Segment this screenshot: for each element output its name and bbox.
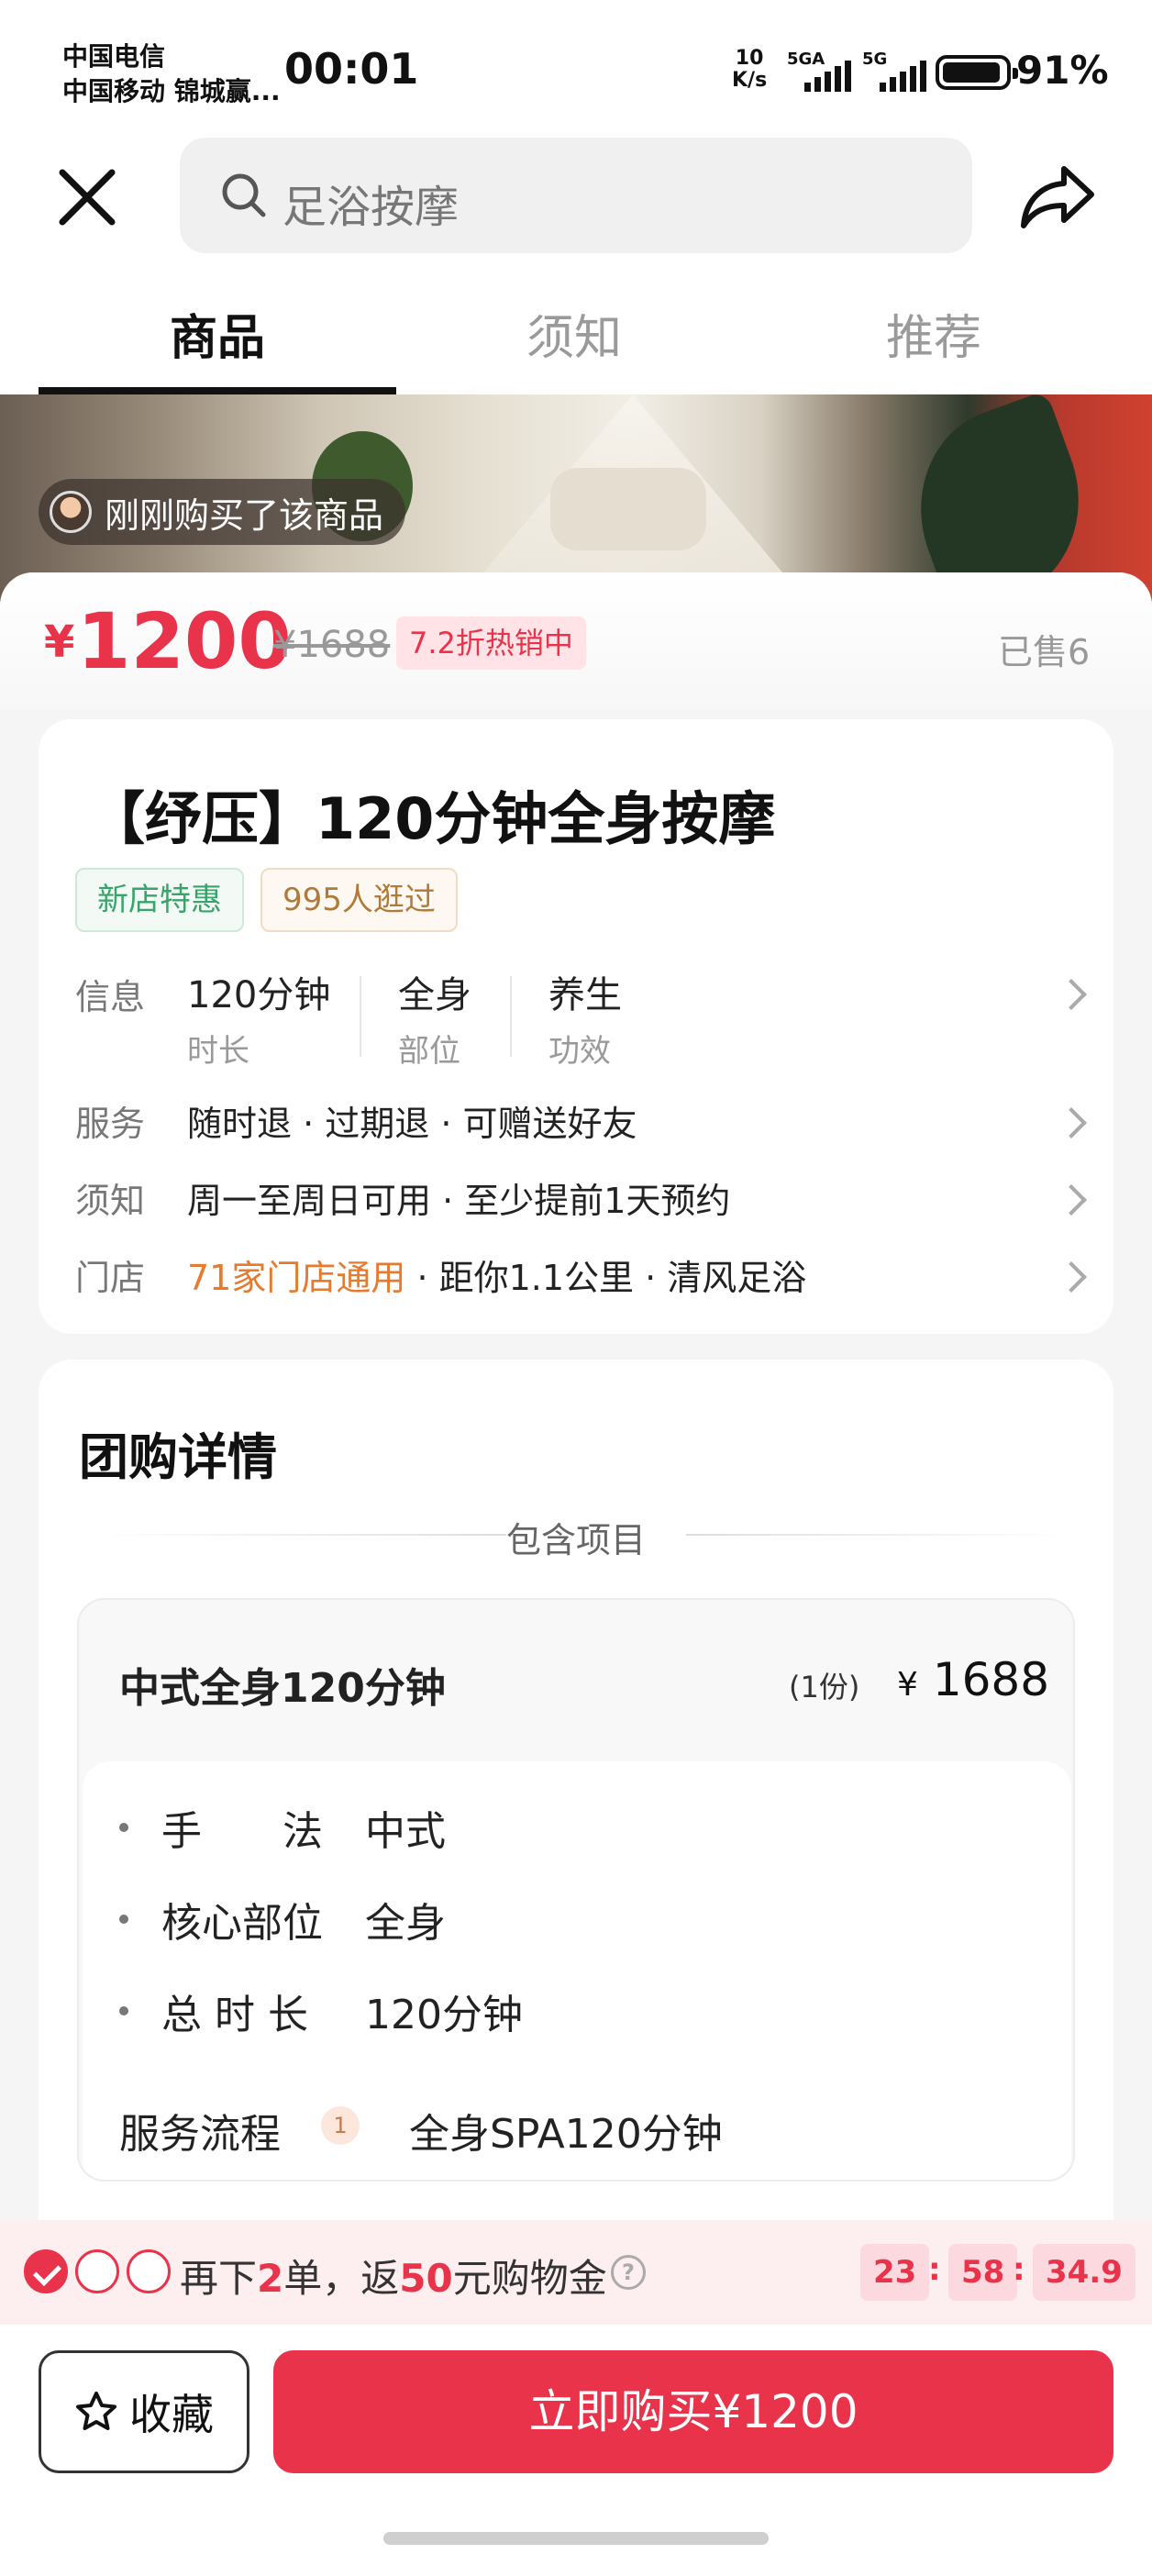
divider bbox=[360, 976, 361, 1057]
chevron-right-icon bbox=[1056, 979, 1087, 1010]
recent-buyer-notice: 刚刚购买了该商品 bbox=[39, 479, 406, 545]
info-label: 信息 bbox=[75, 977, 146, 1017]
service-flow-label: 服务流程 bbox=[119, 2111, 281, 2158]
network-speed: 10 K/s bbox=[732, 48, 767, 92]
search-icon bbox=[222, 173, 266, 217]
flow-step-number: 1 bbox=[321, 2106, 360, 2145]
info-effect: 养生 功效 bbox=[548, 974, 622, 1070]
detail-duration: 总 时 长 120分钟 bbox=[119, 1982, 523, 2040]
buy-now-button[interactable]: 立即购买¥1200 bbox=[273, 2350, 1113, 2473]
section-title: 团购详情 bbox=[79, 1428, 277, 1486]
tab-recommend[interactable]: 推荐 bbox=[796, 299, 1071, 368]
item-details: 手 法中式 核心部位 全身 总 时 长 120分钟 服务流程 1 全身SPA120分… bbox=[83, 1761, 1071, 2180]
chevron-right-icon bbox=[1056, 1261, 1087, 1293]
timer-hours: 23 bbox=[860, 2244, 930, 2301]
signal-icon-2: 5G bbox=[862, 50, 926, 92]
tab-bar: 商品 须知 推荐 bbox=[0, 257, 1152, 394]
star-icon bbox=[76, 2392, 116, 2430]
divider bbox=[510, 976, 512, 1057]
timer-minutes: 58 bbox=[948, 2244, 1018, 2301]
price-row: ¥ 1200 ¥1688 7.2折热销中 已售6 bbox=[0, 572, 1152, 710]
search-header: 足浴按摩 bbox=[0, 138, 1152, 257]
product-info-card: 【纾压】120分钟全身按摩 新店特惠 995人逛过 信息 120分钟 时长 全身… bbox=[39, 719, 1113, 1334]
info-body-part: 全身 部位 bbox=[398, 974, 471, 1070]
bottom-action-bar: 收藏 立即购买¥1200 bbox=[0, 2325, 1152, 2576]
battery-percent: 91% bbox=[1016, 48, 1109, 93]
tab-active-indicator bbox=[39, 387, 396, 394]
close-button[interactable] bbox=[55, 165, 119, 229]
status-bar: 中国电信 中国移动 锦城赢... 00:01 10 K/s 5GA 5G 91% bbox=[0, 0, 1152, 138]
deal-details-card: 团购详情 包含项目 中式全身120分钟 (1份) ¥ 1688 手 法中式 核心… bbox=[39, 1360, 1113, 2277]
included-items-label: 包含项目 bbox=[505, 1520, 646, 1560]
carrier-name-1: 中国电信 bbox=[62, 41, 166, 72]
avatar bbox=[50, 491, 92, 533]
service-label: 服务 bbox=[75, 1104, 146, 1144]
network-speed-value: 10 bbox=[735, 47, 764, 70]
info-duration: 120分钟 时长 bbox=[187, 974, 331, 1070]
progress-check-3 bbox=[127, 2249, 171, 2293]
current-price: 1200 bbox=[77, 596, 292, 686]
item-quantity: (1份) bbox=[789, 1670, 860, 1704]
favorite-button[interactable]: 收藏 bbox=[39, 2350, 249, 2473]
item-price-currency: ¥ bbox=[897, 1666, 918, 1704]
store-text: 71家门店通用 · 距你1.1公里 · 清风足浴 bbox=[187, 1249, 806, 1300]
promo-text: 再下2单，返50元购物金 bbox=[180, 2256, 607, 2301]
detail-technique: 手 法中式 bbox=[119, 1798, 446, 1857]
progress-check-1 bbox=[24, 2249, 68, 2293]
timer-seconds: 34.9 bbox=[1033, 2244, 1135, 2301]
close-icon bbox=[59, 169, 116, 226]
tab-notice[interactable]: 须知 bbox=[437, 299, 712, 368]
item-price-value: 1688 bbox=[932, 1653, 1050, 1706]
signal-icon-1: 5GA bbox=[787, 50, 851, 92]
tag-new-store: 新店特惠 bbox=[75, 868, 244, 932]
buyer-notice-text: 刚刚购买了该商品 bbox=[105, 494, 384, 536]
chevron-right-icon bbox=[1056, 1184, 1087, 1216]
progress-check-2 bbox=[75, 2249, 119, 2293]
original-price: ¥1688 bbox=[273, 624, 391, 666]
store-label: 门店 bbox=[75, 1258, 146, 1298]
service-text: 随时退 · 过期退 · 可赠送好友 bbox=[187, 1104, 637, 1144]
sold-count: 已售6 bbox=[998, 632, 1091, 672]
item-name: 中式全身120分钟 bbox=[119, 1665, 446, 1712]
search-input[interactable]: 足浴按摩 bbox=[180, 138, 972, 253]
chevron-right-icon bbox=[1056, 1107, 1087, 1138]
discount-badge: 7.2折热销中 bbox=[396, 616, 586, 670]
flow-step-text: 全身SPA120分钟 bbox=[409, 2111, 723, 2158]
carrier-name-2: 中国移动 锦城赢... bbox=[62, 76, 281, 106]
included-item: 中式全身120分钟 (1份) ¥ 1688 手 法中式 核心部位 全身 总 时 长… bbox=[77, 1598, 1075, 2182]
price-currency: ¥ bbox=[44, 616, 75, 668]
share-button[interactable] bbox=[1018, 163, 1097, 231]
share-icon bbox=[1021, 166, 1094, 228]
store-count-link[interactable]: 71家门店通用 bbox=[187, 1258, 405, 1298]
detail-body-part: 核心部位 全身 bbox=[119, 1890, 446, 1949]
store-distance-name: · 距你1.1公里 · 清风足浴 bbox=[405, 1258, 807, 1298]
notice-text: 周一至周日可用 · 至少提前1天预约 bbox=[187, 1181, 731, 1221]
search-placeholder: 足浴按摩 bbox=[282, 182, 460, 233]
battery-icon bbox=[936, 55, 1018, 90]
tab-product[interactable]: 商品 bbox=[80, 299, 355, 368]
help-icon[interactable]: ? bbox=[611, 2255, 646, 2290]
product-title: 【纾压】120分钟全身按摩 bbox=[88, 785, 776, 852]
item-price: ¥ 1688 bbox=[897, 1653, 1049, 1706]
clock: 00:01 bbox=[284, 44, 419, 94]
home-indicator[interactable] bbox=[383, 2532, 769, 2545]
favorite-label: 收藏 bbox=[129, 2390, 214, 2439]
notice-label: 须知 bbox=[75, 1181, 146, 1221]
cashback-promo-bar[interactable]: 再下2单，返50元购物金 ? 23 : 58 : 34.9 bbox=[0, 2220, 1152, 2325]
tag-visits: 995人逛过 bbox=[260, 868, 458, 932]
network-speed-unit: K/s bbox=[732, 69, 768, 92]
